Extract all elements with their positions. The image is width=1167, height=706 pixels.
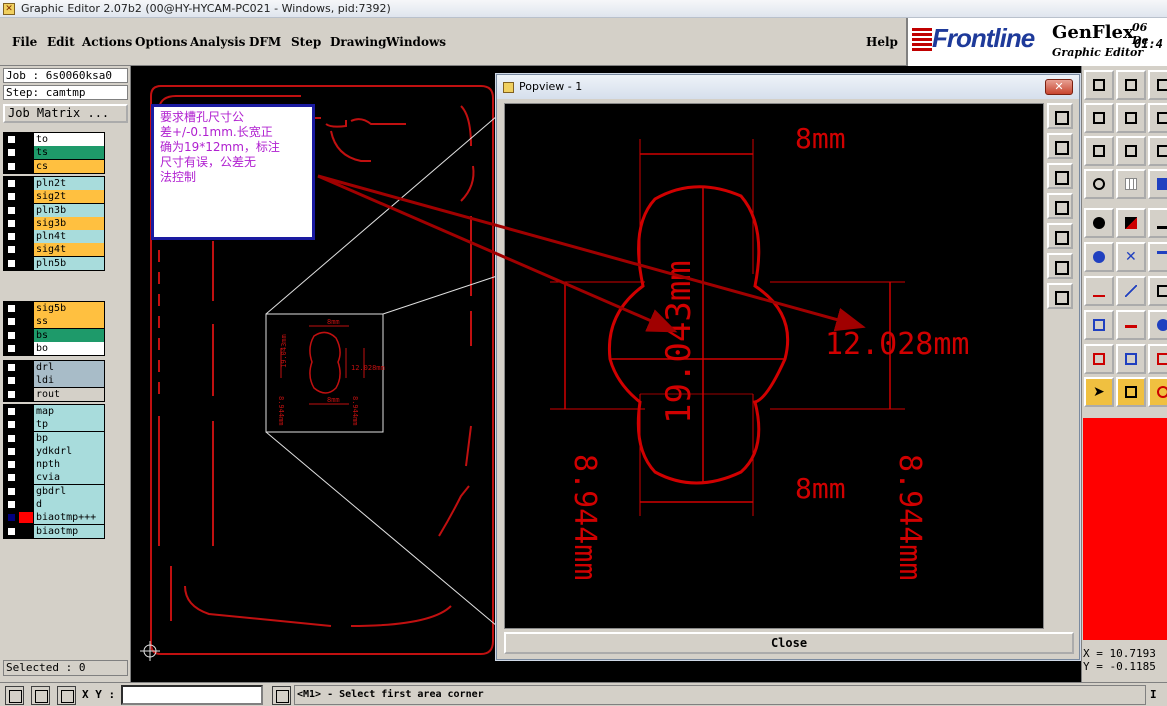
coord-x: X = 10.7193 [1083, 647, 1156, 660]
tool-measure-icon[interactable] [1116, 208, 1146, 238]
status-cursor-icon[interactable] [272, 686, 291, 705]
tool-pointer-area-icon[interactable] [1116, 377, 1146, 407]
tool-palette: ✕ ➤ X = 10.7193 Y = -0.1185 [1081, 66, 1167, 682]
tool-extra-6-icon[interactable] [1148, 344, 1167, 374]
tool-line-blue-icon[interactable] [1116, 276, 1146, 306]
status-right-indicator: I [1150, 688, 1157, 701]
status-bar: X Y : <M1> - Select first area corner I [0, 682, 1167, 706]
tool-extra-5-icon[interactable] [1148, 310, 1167, 340]
color-indicator [1083, 418, 1167, 640]
tool-center-icon[interactable] [1116, 136, 1146, 166]
tool-cross-icon[interactable]: ✕ [1116, 242, 1146, 272]
tool-ruler-icon[interactable] [1148, 208, 1167, 238]
tool-zoom-in-icon[interactable] [1084, 70, 1114, 100]
tool-extra-3-icon[interactable] [1148, 136, 1167, 166]
annotation-arrows [317, 174, 866, 333]
tool-extra-2-icon[interactable] [1148, 103, 1167, 133]
cursor-coordinates: X = 10.7193 Y = -0.1185 [1083, 647, 1167, 673]
tool-triangle-icon[interactable] [1084, 344, 1114, 374]
tool-extra-4-icon[interactable] [1148, 276, 1167, 306]
tool-extra-7-icon[interactable] [1148, 377, 1167, 407]
tool-pan-right-icon[interactable] [1116, 103, 1146, 133]
tool-line-red-icon[interactable] [1084, 276, 1114, 306]
tool-link-icon[interactable] [1148, 242, 1167, 272]
status-message: <M1> - Select first area corner [294, 685, 1146, 705]
tool-snap-icon[interactable] [1148, 169, 1167, 199]
tool-hline-icon[interactable] [1116, 310, 1146, 340]
xy-label: X Y : [82, 688, 116, 701]
xy-input[interactable] [121, 685, 263, 705]
tool-grid-icon[interactable] [1116, 169, 1146, 199]
status-grid-icon[interactable] [57, 686, 76, 705]
tool-select-point-icon[interactable] [1084, 208, 1114, 238]
tool-pan-left-icon[interactable] [1084, 103, 1114, 133]
status-resize-icon[interactable] [5, 686, 24, 705]
tool-pointer-icon[interactable]: ➤ [1084, 377, 1114, 407]
tool-settings-icon[interactable] [1084, 169, 1114, 199]
coord-y: Y = -0.1185 [1083, 660, 1156, 673]
tool-extra-1-icon[interactable] [1148, 70, 1167, 100]
status-snap-icon[interactable] [31, 686, 50, 705]
tool-zoom-out-icon[interactable] [1116, 70, 1146, 100]
tool-rect-select-icon[interactable] [1084, 310, 1114, 340]
tool-arrow-up-icon[interactable] [1116, 344, 1146, 374]
tool-node-icon[interactable] [1084, 242, 1114, 272]
tool-fit-icon[interactable] [1084, 136, 1114, 166]
